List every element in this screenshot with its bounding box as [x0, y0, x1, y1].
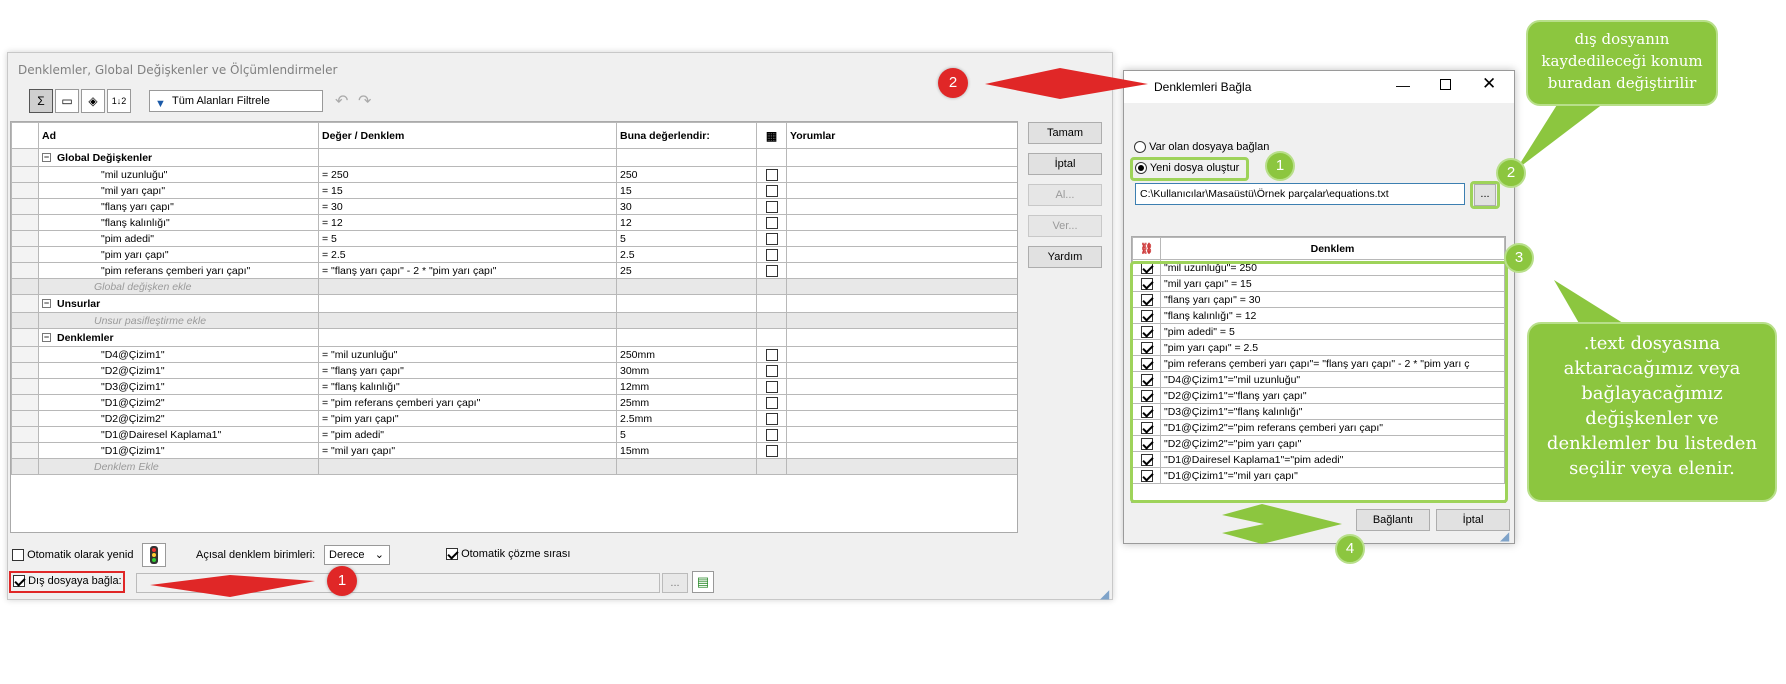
arrow-to-link-external	[150, 575, 315, 597]
arrow-to-link-dialog	[985, 68, 1148, 99]
step-4-marker: 4	[1335, 534, 1365, 564]
callout-tail-right	[1554, 280, 1626, 325]
callout-tail-top	[1516, 100, 1608, 170]
step-1-marker: 1	[327, 566, 357, 596]
step-2-green-marker: 2	[1496, 158, 1526, 188]
arrow-to-link-button	[1222, 504, 1342, 544]
annotation-arrows	[150, 68, 1626, 597]
callout-list: .text dosyasına aktaracağımız veya bağla…	[1527, 322, 1777, 502]
step-1-green-marker: 1	[1265, 151, 1295, 181]
callout-location: dış dosyanın kaydedileceği konum buradan…	[1526, 20, 1718, 106]
step-2-marker: 2	[938, 68, 968, 98]
step-3-marker: 3	[1504, 243, 1534, 273]
